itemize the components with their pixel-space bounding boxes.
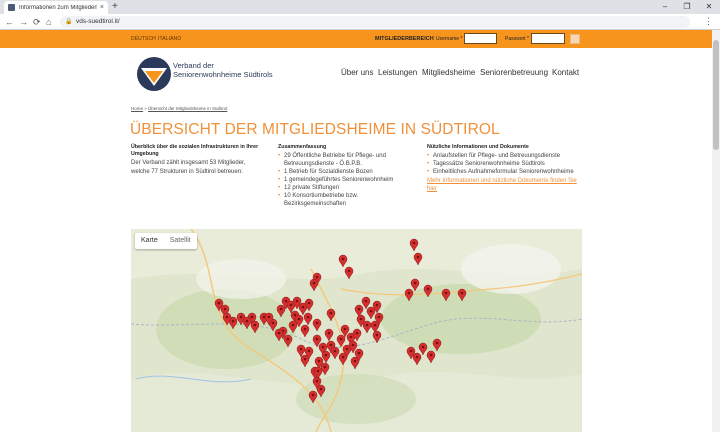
scrollbar-thumb[interactable]: [713, 40, 719, 150]
logo-line1: Verband der: [173, 61, 214, 70]
overview-column: Überblick über die sozialen Infrastruktu…: [131, 144, 259, 176]
username-input[interactable]: [464, 33, 497, 44]
close-tab-icon[interactable]: ×: [100, 4, 104, 11]
more-info-link[interactable]: Mehr Informationen und nützliche Dokumen…: [427, 177, 577, 193]
address-bar-row: ← → ⟳ ⌂ 🔒 vds-suedtirol.it/ ⋮: [0, 14, 720, 30]
password-input[interactable]: [531, 33, 565, 44]
nav-item-mitgliedsheime[interactable]: Mitgliedsheime: [422, 68, 475, 77]
map-type-map-button[interactable]: Karte: [135, 233, 164, 249]
favicon-icon: [8, 4, 15, 11]
summary-column: Zusammenfassung 29 Öffentliche Betriebe …: [278, 144, 414, 208]
summary-item: 29 Öffentliche Betriebe für Pflege- und …: [278, 152, 414, 168]
browser-tab[interactable]: Informationen zum Mitgliederbere ×: [4, 1, 108, 14]
password-label: Passwort *: [505, 36, 529, 42]
nav-item-seniorenbetreuung[interactable]: Seniorenbetreuung: [480, 68, 548, 77]
page-scrollbar[interactable]: [712, 30, 720, 432]
map-type-satellite-button[interactable]: Satellit: [164, 233, 197, 249]
close-window-icon[interactable]: ✕: [698, 0, 720, 14]
reload-icon[interactable]: ⟳: [33, 16, 41, 28]
browser-menu-icon[interactable]: ⋮: [704, 16, 713, 27]
documents-item[interactable]: Einheitliches Aufnahmeformular Seniorenw…: [427, 168, 577, 176]
lang-de-link[interactable]: DEUTSCH: [131, 30, 156, 48]
restore-icon[interactable]: ❐: [676, 0, 698, 14]
documents-item[interactable]: Tagessätze Seniorenwohnheime Südtirols: [427, 160, 577, 168]
minimize-icon[interactable]: –: [654, 0, 676, 14]
breadcrumb-current[interactable]: Übersicht der Mitgliedsheime in Südtirol: [148, 106, 227, 111]
lang-it-link[interactable]: ITALIANO: [158, 30, 181, 48]
nav-item-leistungen[interactable]: Leistungen: [378, 68, 417, 77]
breadcrumb: Home » Übersicht der Mitgliedsheime in S…: [131, 106, 227, 111]
summary-list: 29 Öffentliche Betriebe für Pflege- und …: [278, 152, 414, 208]
summary-item: 1 Betrieb für Sozialdienste Bozen: [278, 168, 414, 176]
summary-item: 10 Konsortiumbetriebe bzw. Bezirksgemein…: [278, 192, 414, 208]
map-type-control: Karte Satellit: [135, 233, 197, 249]
summary-item: 1 gemeindegeführtes Seniorenwohnheim: [278, 176, 414, 184]
browser-tab-strip: Informationen zum Mitgliederbere × + – ❐…: [0, 0, 720, 14]
nav-item-ueber-uns[interactable]: Über uns: [341, 68, 373, 77]
overview-text: Der Verband zählt insgesamt 53 Mitgliede…: [131, 160, 246, 175]
map-canvas[interactable]: [131, 229, 582, 432]
google-map[interactable]: Karte Satellit: [131, 229, 582, 432]
home-icon[interactable]: ⌂: [46, 16, 51, 28]
documents-item[interactable]: Anlaufstellen für Pflege- und Betreuungs…: [427, 152, 577, 160]
documents-column: Nützliche Informationen und Dokumente An…: [427, 144, 577, 193]
back-icon[interactable]: ←: [5, 16, 14, 28]
summary-item: 12 private Stiftungen: [278, 184, 414, 192]
login-button[interactable]: [570, 34, 580, 44]
new-tab-button[interactable]: +: [112, 1, 118, 13]
nav-item-kontakt[interactable]: Kontakt: [552, 68, 579, 77]
url-field[interactable]: 🔒 vds-suedtirol.it/: [60, 16, 690, 28]
forward-icon[interactable]: →: [19, 16, 28, 28]
username-label: Username *: [436, 36, 463, 42]
summary-heading: Zusammenfassung: [278, 144, 327, 150]
logo-line2: Seniorenwohnheime Südtirols: [173, 70, 273, 79]
overview-heading: Überblick über die sozialen Infrastruktu…: [131, 144, 259, 157]
lock-icon: 🔒: [65, 19, 73, 25]
breadcrumb-home[interactable]: Home: [131, 106, 143, 111]
members-area-label: MITGLIEDERBEREICH: [375, 36, 434, 42]
site-top-bar: DEUTSCH ITALIANO MITGLIEDERBEREICH Usern…: [0, 30, 712, 48]
logo-text[interactable]: Verband der Seniorenwohnheime Südtirols: [173, 61, 273, 79]
documents-list: Anlaufstellen für Pflege- und Betreuungs…: [427, 152, 577, 176]
tab-title: Informationen zum Mitgliederbere: [19, 4, 97, 11]
url-text: vds-suedtirol.it/: [76, 18, 120, 25]
page-title: ÜBERSICHT DER MITGLIEDSHEIME IN SÜDTIROL: [130, 121, 500, 138]
documents-heading: Nützliche Informationen und Dokumente: [427, 144, 529, 150]
